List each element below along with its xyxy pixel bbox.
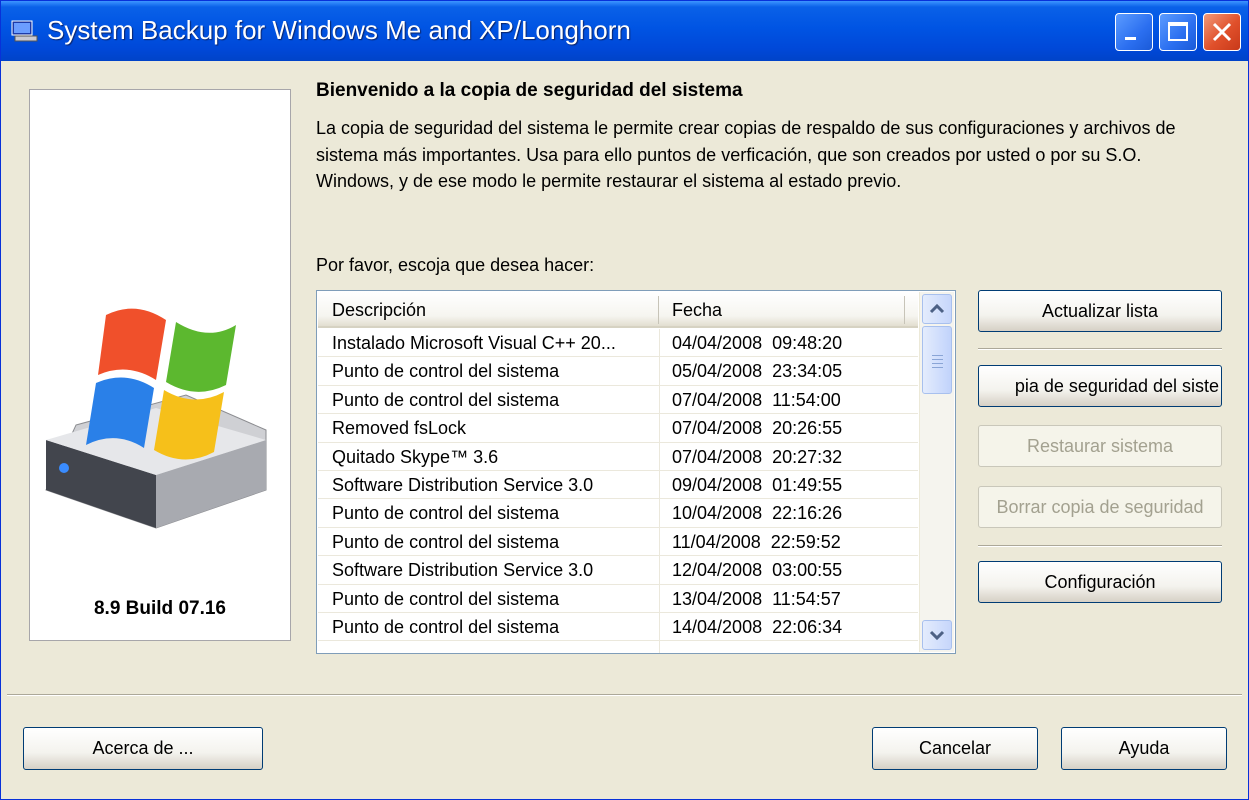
version-label: 8.9 Build 07.16 [93, 598, 226, 619]
restore-system-label: Restaurar sistema [1026, 436, 1174, 456]
list-item[interactable]: Punto de control del sistema 07/04/2008 1… [318, 386, 918, 415]
vertical-scrollbar[interactable] [919, 292, 954, 652]
maximize-button[interactable] [1159, 13, 1197, 51]
chevron-up-icon [929, 303, 945, 314]
about-label: Acerca de ... [92, 738, 194, 758]
item-description: Quitado Skype™ 3.6 [332, 446, 499, 467]
refresh-list-button[interactable]: Actualizar lista [978, 290, 1222, 332]
maximize-icon [1168, 22, 1188, 41]
item-description: Punto de control del sistema [332, 361, 560, 382]
list-item[interactable]: Instalado Microsoft Visual C++ 20... 04/0… [318, 329, 918, 358]
main-window: System Backup for Windows Me and XP/Long… [0, 0, 1249, 800]
list-item[interactable]: Software Distribution Service 3.0 12/04/2… [318, 556, 918, 585]
minimize-icon [1125, 37, 1136, 40]
item-date: 09/04/2008 01:49:55 [672, 474, 843, 495]
item-description: Punto de control del sistema [332, 389, 560, 410]
configuration-label: Configuración [1044, 572, 1156, 592]
help-label: Ayuda [1118, 738, 1170, 758]
item-date: 10/04/2008 22:16:26 [672, 503, 843, 524]
refresh-list-label: Actualizar lista [1041, 301, 1159, 321]
minimize-button[interactable] [1115, 13, 1153, 51]
list-item[interactable]: Software Distribution Service 3.0 09/04/2… [318, 471, 918, 500]
item-description: Punto de control del sistema [332, 616, 560, 637]
description-text: La copia de seguridad del sistema le per… [316, 118, 1176, 191]
close-icon [1212, 22, 1232, 42]
grip-line [932, 363, 943, 364]
item-date: 04/04/2008 09:48:20 [672, 333, 843, 353]
cancel-button[interactable]: Cancelar [872, 727, 1038, 770]
window-title: System Backup for Windows Me and XP/Long… [47, 15, 631, 45]
separator [978, 348, 1222, 350]
about-button[interactable]: Acerca de ... [23, 727, 263, 770]
create-backup-button[interactable]: pia de seguridad del siste [978, 365, 1222, 407]
item-date: 14/04/2008 22:06:34 [672, 616, 843, 637]
column-divider[interactable] [658, 296, 659, 324]
item-date: 12/04/2008 03:00:55 [672, 560, 843, 581]
grip-line [932, 367, 943, 368]
list-item[interactable]: Punto de control del sistema 10/04/2008 2… [318, 499, 918, 528]
restore-points-list[interactable]: Descripción Fecha Instalado Microsoft Vi… [316, 290, 956, 654]
list-rows: Instalado Microsoft Visual C++ 20... 04/0… [318, 329, 918, 642]
prompt-label: Por favor, escoja que desea hacer: [316, 255, 595, 275]
list-item[interactable]: Punto de control del sistema 13/04/2008 1… [318, 585, 918, 613]
item-date: 07/04/2008 20:27:32 [672, 446, 843, 467]
list-header: Descripción Fecha [318, 292, 918, 328]
item-date: 05/04/2008 23:34:05 [672, 361, 843, 382]
scroll-down-button[interactable] [922, 620, 952, 650]
column-divider[interactable] [904, 296, 905, 324]
cancel-label: Cancelar [918, 738, 992, 758]
item-description: Software Distribution Service 3.0 [332, 474, 594, 495]
item-description: Instalado Microsoft Visual C++ 20... [332, 333, 616, 353]
separator [978, 545, 1222, 547]
list-item[interactable]: Punto de control del sistema 11/04/2008 2… [318, 528, 918, 557]
item-description: Software Distribution Service 3.0 [332, 560, 594, 581]
column-header-description[interactable]: Descripción [332, 300, 426, 321]
item-description: Punto de control del sistema [332, 531, 560, 552]
restore-system-button[interactable]: Restaurar sistema [978, 425, 1222, 467]
scroll-up-button[interactable] [922, 294, 952, 324]
item-date: 07/04/2008 20:26:55 [672, 418, 843, 439]
item-date: 07/04/2008 11:54:00 [672, 389, 841, 410]
help-button[interactable]: Ayuda [1061, 727, 1227, 770]
title-bar[interactable]: System Backup for Windows Me and XP/Long… [1, 1, 1248, 61]
sidebar-panel: 8.9 Build 07.16 [29, 89, 291, 641]
scroll-thumb[interactable] [922, 326, 952, 394]
configuration-button[interactable]: Configuración [978, 561, 1222, 603]
item-description: Removed fsLock [332, 418, 467, 439]
create-backup-label: pia de seguridad del siste [1014, 376, 1219, 396]
grip-line [932, 359, 943, 360]
chevron-down-icon [929, 630, 945, 641]
item-date: 13/04/2008 11:54:57 [672, 588, 841, 609]
item-description: Punto de control del sistema [332, 588, 560, 609]
list-item[interactable]: Punto de control del sistema 05/04/2008 2… [318, 357, 918, 386]
delete-backup-button[interactable]: Borrar copia de seguridad [978, 486, 1222, 528]
item-date: 11/04/2008 22:59:52 [672, 531, 841, 552]
footer-separator [7, 694, 1242, 696]
windows-backup-logo-icon [45, 308, 267, 529]
column-header-date[interactable]: Fecha [672, 300, 722, 321]
delete-backup-label: Borrar copia de seguridad [996, 497, 1204, 517]
list-item[interactable]: Quitado Skype™ 3.6 07/04/2008 20:27:32 [318, 443, 918, 471]
item-description: Punto de control del sistema [332, 503, 560, 524]
app-icon [11, 20, 38, 42]
page-title: Bienvenido a la copia de seguridad del s… [316, 80, 743, 101]
grip-line [932, 355, 943, 356]
list-item[interactable]: Removed fsLock 07/04/2008 20:26:55 [318, 414, 918, 443]
close-button[interactable] [1203, 13, 1241, 51]
list-item[interactable]: Punto de control del sistema 14/04/2008 2… [318, 613, 918, 642]
